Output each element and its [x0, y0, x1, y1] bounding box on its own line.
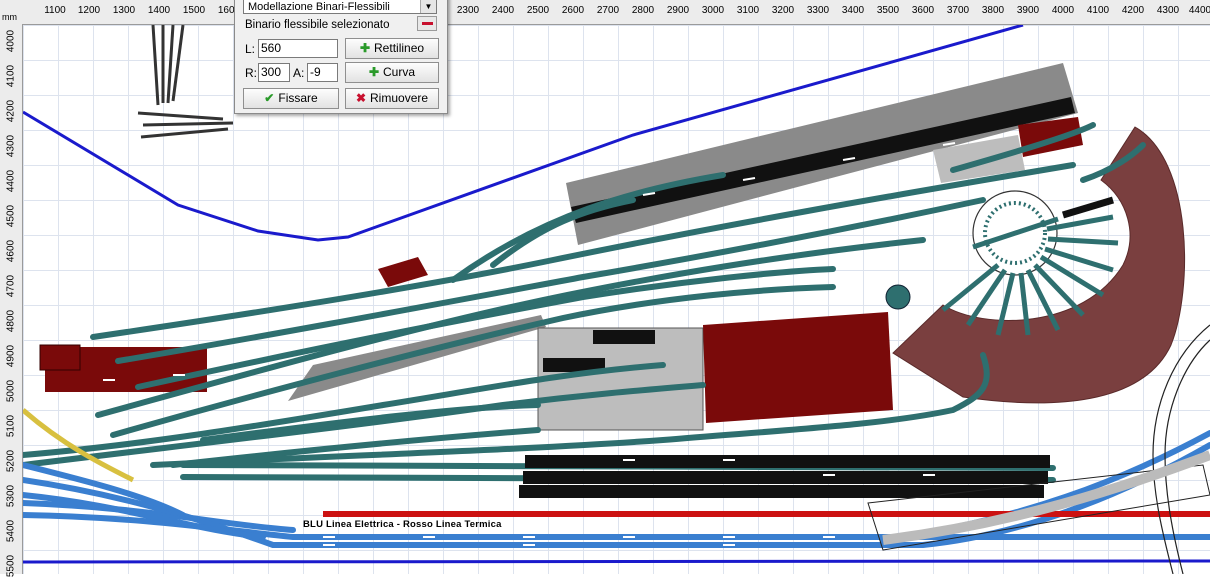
layout-caption: BLU Linea Elettrica - Rosso Linea Termic… — [303, 519, 502, 530]
ruler-tick-label: 4000 — [5, 29, 17, 53]
radius-input[interactable]: 300 — [258, 63, 290, 82]
ruler-tick-label: 1300 — [112, 5, 136, 16]
flex-track-panel: Modellazione Binari-Flessibili ▼ Binario… — [234, 0, 448, 114]
top-ruler: 1100 1200 1300 1400 1500 1600 2300 2400 2500 2600… — [0, 0, 1210, 25]
ruler-tick-label: 3400 — [841, 5, 865, 16]
switch-cluster — [137, 25, 234, 139]
ruler-tick-label: 5100 — [5, 414, 17, 438]
chevron-down-icon[interactable]: ▼ — [420, 0, 436, 13]
ruler-tick-label: 3300 — [806, 5, 830, 16]
angle-label: A: — [293, 66, 305, 80]
ruler-tick-label: 4300 — [1156, 5, 1180, 16]
left-ruler: 4000 4100 4200 4300 4400 4500 4600 4700 4800 4900… — [0, 24, 23, 577]
ruler-tick-label: 4100 — [1086, 5, 1110, 16]
ruler-tick-label: 1200 — [77, 5, 101, 16]
ruler-tick-label: 3100 — [736, 5, 760, 16]
ruler-tick-label: 5200 — [5, 449, 17, 473]
ruler-tick-label: 4900 — [5, 344, 17, 368]
ruler-tick-label: 4000 — [1051, 5, 1075, 16]
ruler-tick-label: 2800 — [631, 5, 655, 16]
ruler-tick-label: 2600 — [561, 5, 585, 16]
ruler-tick-label: 2500 — [526, 5, 550, 16]
radius-label: R: — [245, 66, 257, 80]
ruler-tick-label: 3800 — [981, 5, 1005, 16]
ruler-tick-label: 3900 — [1016, 5, 1040, 16]
curve-button-label: Curva — [383, 65, 416, 79]
collapse-button[interactable] — [417, 16, 437, 31]
remove-button-label: Rimuovere — [370, 91, 429, 105]
ruler-tick-label: 5300 — [5, 484, 17, 508]
ruler-tick-label: 3600 — [911, 5, 935, 16]
ruler-tick-label: 1400 — [147, 5, 171, 16]
ruler-tick-label: 3500 — [876, 5, 900, 16]
ruler-tick-label: 2300 — [456, 5, 480, 16]
ruler-tick-label: 2700 — [596, 5, 620, 16]
ruler-tick-label: 4400 — [1188, 5, 1210, 16]
ruler-tick-label: 5000 — [5, 379, 17, 403]
plus-icon: ✚ — [368, 65, 380, 79]
track-plan[interactable] — [23, 25, 1210, 574]
minus-icon — [422, 22, 433, 25]
ruler-tick-label: 4500 — [5, 204, 17, 228]
curve-button[interactable]: ✚ Curva — [345, 62, 439, 83]
layout-canvas[interactable]: BLU Linea Elettrica - Rosso Linea Termic… — [23, 25, 1210, 574]
ruler-tick-label: 4200 — [5, 99, 17, 123]
length-label: L: — [245, 42, 256, 56]
ruler-unit: mm — [2, 12, 17, 22]
ruler-tick-label: 3200 — [771, 5, 795, 16]
ruler-tick-label: 1500 — [182, 5, 206, 16]
power-line-bottom — [23, 559, 1210, 564]
straight-button-label: Rettilineo — [374, 41, 425, 55]
check-icon: ✔ — [264, 91, 275, 105]
mode-select[interactable]: Modellazione Binari-Flessibili ▼ — [243, 0, 437, 14]
ruler-tick-label: 1100 — [44, 5, 66, 16]
ruler-tick-label: 5400 — [5, 519, 17, 543]
ruler-tick-label: 4600 — [5, 239, 17, 263]
length-input[interactable]: 560 — [258, 39, 338, 58]
mode-select-value: Modellazione Binari-Flessibili — [248, 1, 390, 13]
ruler-tick-label: 4800 — [5, 309, 17, 333]
ruler-tick-label: 2400 — [491, 5, 515, 16]
ruler-tick-label: 3700 — [946, 5, 970, 16]
ruler-tick-label: 4400 — [5, 169, 17, 193]
angle-input[interactable]: -9 — [307, 63, 338, 82]
fix-button[interactable]: ✔ Fissare — [243, 88, 339, 109]
water-tower — [885, 284, 911, 310]
ruler-tick-label: 4700 — [5, 274, 17, 298]
building-goods — [703, 312, 893, 423]
ruler-tick-label: 2900 — [666, 5, 690, 16]
close-icon: ✖ — [355, 91, 367, 105]
ruler-tick-label: 4300 — [5, 134, 17, 158]
plus-icon: ✚ — [359, 41, 371, 55]
ruler-tick-label: 4200 — [1121, 5, 1145, 16]
fix-button-label: Fissare — [278, 91, 318, 105]
selected-track-label: Binario flessibile selezionato — [245, 19, 390, 31]
remove-button[interactable]: ✖ Rimuovere — [345, 88, 439, 109]
ruler-tick-label: 3000 — [701, 5, 725, 16]
straight-button[interactable]: ✚ Rettilineo — [345, 38, 439, 59]
ruler-tick-label: 4100 — [5, 64, 17, 88]
